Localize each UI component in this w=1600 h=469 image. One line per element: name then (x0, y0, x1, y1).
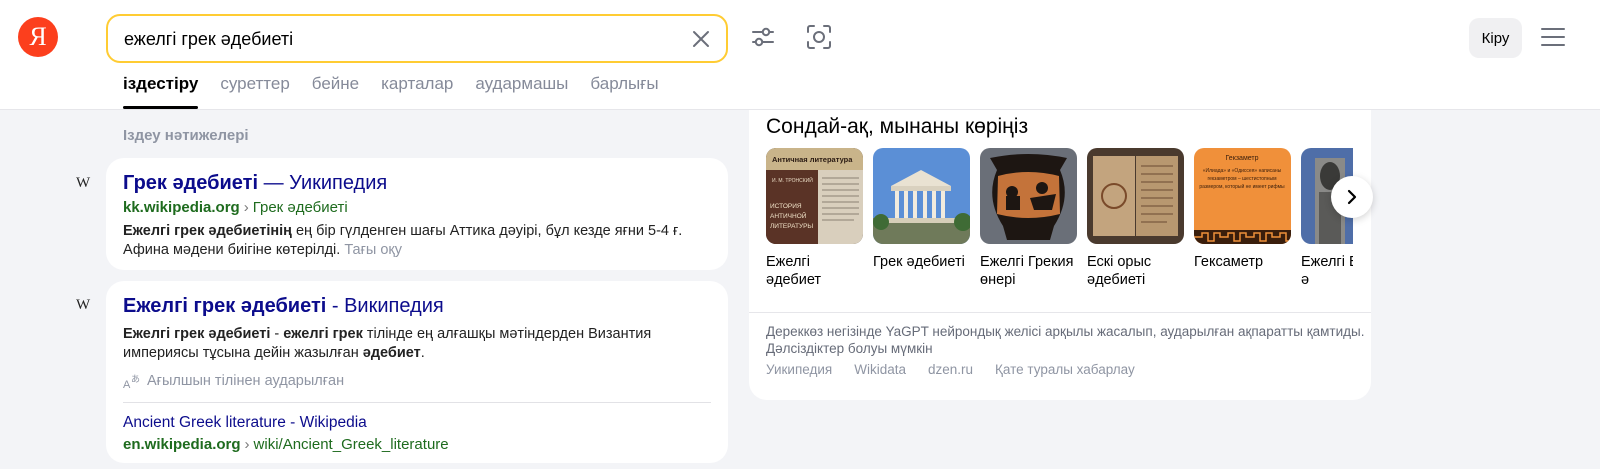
see-also-item[interactable]: Античная литература И. М. ТРОНСКИЙ ИСТОР… (766, 148, 863, 289)
tab-all[interactable]: барлығы (590, 74, 658, 110)
camera-search-icon[interactable] (804, 22, 834, 52)
svg-text:Гекзаметр: Гекзаметр (1225, 155, 1258, 162)
svg-text:ИСТОРИЯ: ИСТОРИЯ (770, 203, 802, 210)
clear-icon[interactable] (688, 26, 714, 52)
svg-text:размером, который не имеет риф: размером, который не имеет рифмы (1199, 183, 1285, 190)
source-link-dzen[interactable]: dzen.ru (928, 362, 973, 377)
see-also-item[interactable]: Ескі орыс әдебиеті (1087, 148, 1184, 289)
building-image (873, 148, 970, 244)
translated-label: Ағылшын тілінен аударылған (147, 373, 345, 389)
book-cover-image: Античная литература И. М. ТРОНСКИЙ ИСТОР… (766, 148, 863, 244)
divider (123, 402, 711, 403)
svg-text:АНТИЧНОЙ: АНТИЧНОЙ (770, 211, 807, 220)
see-also-label: Ежелгі әдебиет (766, 254, 822, 288)
filters-icon[interactable] (748, 22, 778, 52)
source-link-wikidata[interactable]: Wikidata (854, 362, 906, 377)
tab-maps[interactable]: карталар (381, 74, 453, 110)
login-button[interactable]: Кіру (1469, 18, 1522, 58)
see-also-item[interactable]: Ежелгі Египет ә (1301, 148, 1353, 289)
svg-text:ЛИТЕРАТУРЫ: ЛИТЕРАТУРЫ (770, 223, 813, 230)
tab-translator[interactable]: аудармашы (475, 74, 568, 110)
search-box[interactable] (106, 14, 728, 63)
see-also-label: Ежелгі Египет ә (1301, 254, 1353, 288)
search-input[interactable] (124, 26, 664, 52)
report-error-link[interactable]: Қате туралы хабарлау (995, 362, 1135, 377)
see-also-panel: Сондай-ақ, мынаны көріңіз Античная литер… (749, 110, 1371, 400)
see-also-title: Сондай-ақ, мынаны көріңіз (766, 115, 1029, 138)
panel-divider (749, 312, 1371, 313)
svg-text:«Илиада» и «Одиссея» написаны: «Илиада» и «Одиссея» написаны (1203, 168, 1282, 174)
see-also-label: Ескі орыс әдебиеті (1087, 254, 1152, 288)
result-title-link[interactable]: Грек әдебиеті — Уикипедия (123, 170, 711, 196)
result-snippet: Ежелгі грек әдебиеті - ежелгі грек тілін… (123, 326, 652, 361)
original-result-link[interactable]: Ancient Greek literature - Wikipedia (123, 413, 711, 433)
translated-note: A あ Ағылшын тілінен аударылған (123, 373, 711, 389)
search-tabs: іздестіру суреттер бейне карталар аударм… (123, 74, 659, 110)
source-link-wikipedia[interactable]: Уикипедия (766, 362, 832, 377)
see-also-label: Ежелгі Грекия өнері (980, 254, 1074, 288)
results-heading: Іздеу нәтижелері (123, 127, 249, 144)
result-snippet: Ежелгі грек әдебиетінің ең бір гүлденген… (123, 223, 683, 258)
result-title-link[interactable]: Ежелгі грек әдебиеті - Википедия (123, 293, 711, 319)
result-card: Грек әдебиеті — Уикипедия kk.wikipedia.o… (106, 158, 728, 270)
vase-image (980, 148, 1077, 244)
original-result-url[interactable]: en.wikipedia.org › wiki/Ancient_Greek_lite… (123, 435, 711, 455)
header: Я Кіру іздестіру суреттер бейне карт (0, 0, 1600, 110)
wikipedia-icon: W (76, 175, 91, 191)
see-also-item[interactable]: Ежелгі Грекия өнері (980, 148, 1077, 289)
result-url[interactable]: kk.wikipedia.org › Грек әдебиеті (123, 198, 711, 218)
see-also-label: Грек әдебиеті (873, 254, 965, 270)
carousel-next-button[interactable] (1331, 176, 1373, 218)
chevron-right-icon (1347, 189, 1357, 205)
read-more-link[interactable]: Тағы оқу (344, 242, 402, 258)
tab-search[interactable]: іздестіру (123, 74, 199, 110)
tab-images[interactable]: суреттер (220, 74, 289, 110)
svg-text:И. М. ТРОНСКИЙ: И. М. ТРОНСКИЙ (772, 176, 813, 184)
tab-video[interactable]: бейне (312, 74, 359, 110)
svg-text:あ: あ (131, 374, 140, 384)
svg-text:A: A (123, 379, 131, 389)
translate-icon: A あ (123, 374, 140, 389)
hexameter-card-image: Гекзаметр «Илиада» и «Одиссея» написаны … (1194, 148, 1291, 244)
svg-text:гекзаметром – шестистопным: гекзаметром – шестистопным (1207, 176, 1277, 182)
svg-text:Античная литература: Античная литература (772, 155, 853, 164)
see-also-item[interactable]: Гекзаметр «Илиада» и «Одиссея» написаны … (1194, 148, 1291, 271)
yandex-logo[interactable]: Я (18, 17, 58, 57)
wikipedia-icon: W (76, 297, 91, 313)
menu-icon[interactable] (1540, 26, 1566, 48)
sources-row: Уикипедия Wikidata dzen.ru Қате туралы х… (766, 362, 1135, 377)
result-card: Ежелгі грек әдебиеті - Википедия Ежелгі … (106, 281, 728, 463)
see-also-item[interactable]: Грек әдебиеті (873, 148, 970, 271)
manuscript-image (1087, 148, 1184, 244)
see-also-carousel: Античная литература И. М. ТРОНСКИЙ ИСТОР… (766, 148, 1353, 293)
ai-disclaimer: Дереккөз негізінде YaGPT нейрондық желіс… (766, 324, 1365, 356)
see-also-label: Гексаметр (1194, 254, 1264, 270)
